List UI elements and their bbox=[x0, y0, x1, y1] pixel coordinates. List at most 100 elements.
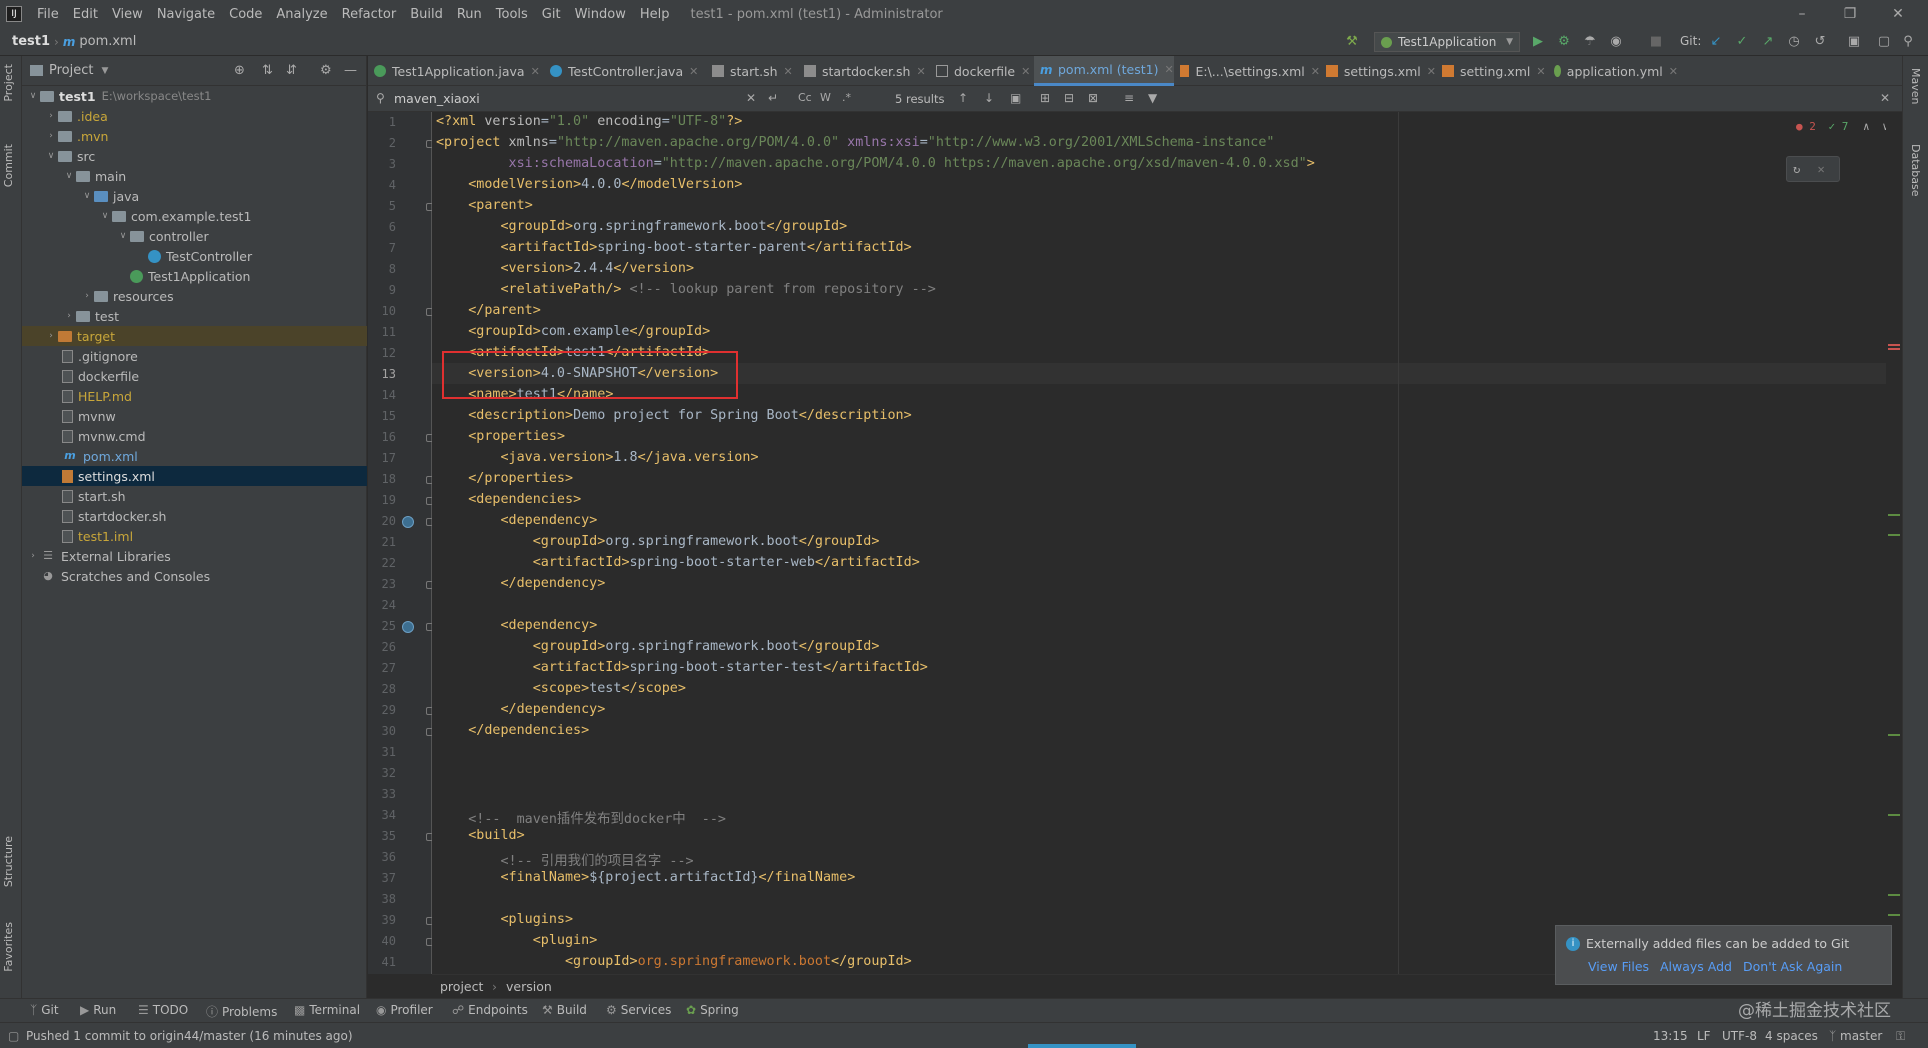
code-line[interactable]: </dependency> bbox=[436, 576, 606, 591]
tree-item-package[interactable]: ∨ com.example.test1 bbox=[22, 206, 367, 226]
breadcrumb-version[interactable]: version bbox=[506, 979, 552, 994]
chevron-down-icon[interactable]: ∨ bbox=[116, 231, 130, 241]
code-line[interactable]: <groupId>org.springframework.boot</group… bbox=[436, 219, 848, 234]
tree-item-testcontroller[interactable]: TestController bbox=[22, 246, 367, 266]
code-line[interactable]: <artifactId>spring-boot-starter-web</art… bbox=[436, 555, 920, 570]
chevron-right-icon[interactable]: › bbox=[44, 131, 58, 141]
hide-icon[interactable]: — bbox=[344, 63, 357, 78]
close-icon[interactable]: ✕ bbox=[784, 65, 793, 78]
status-message[interactable]: Pushed 1 commit to origin44/master (16 m… bbox=[26, 1029, 353, 1043]
tab-startdocker-sh[interactable]: startdocker.sh ✕ bbox=[798, 56, 930, 86]
chevron-right-icon[interactable]: › bbox=[62, 311, 76, 321]
close-icon[interactable]: ✕ bbox=[1817, 162, 1824, 176]
words-icon[interactable]: W bbox=[820, 91, 831, 104]
tab-application-yml[interactable]: application.yml ✕ bbox=[1548, 56, 1678, 86]
close-icon[interactable]: ✕ bbox=[1427, 65, 1436, 78]
chevron-down-icon[interactable]: ∨ bbox=[98, 211, 112, 221]
tree-item-test1[interactable]: ∨ test1 E:\workspace\test1 bbox=[22, 86, 367, 106]
tree-item-test[interactable]: › test bbox=[22, 306, 367, 326]
tab-dockerfile[interactable]: dockerfile ✕ bbox=[930, 56, 1034, 86]
chevron-down-icon[interactable]: ∨ bbox=[80, 191, 94, 201]
code-line[interactable]: <plugin> bbox=[436, 933, 598, 948]
menu-window[interactable]: Window bbox=[568, 7, 633, 22]
git-branch[interactable]: ᛉ master bbox=[1829, 1029, 1882, 1043]
tool-services[interactable]: ⚙ Services bbox=[606, 1003, 671, 1017]
nav-file[interactable]: pom.xml bbox=[79, 34, 136, 49]
tree-item-pom-xml[interactable]: m pom.xml bbox=[22, 446, 367, 466]
chevron-right-icon[interactable]: › bbox=[44, 111, 58, 121]
maven-reload-icon[interactable]: ↻ bbox=[1793, 162, 1800, 176]
code-line[interactable]: <finalName>${project.artifactId}</finalN… bbox=[436, 870, 856, 885]
tree-item-mvn[interactable]: › .mvn bbox=[22, 126, 367, 146]
tree-item-controller[interactable]: ∨ controller bbox=[22, 226, 367, 246]
caret-position[interactable]: 13:15 bbox=[1653, 1029, 1688, 1043]
debug-icon[interactable]: ⚙ bbox=[1556, 34, 1572, 50]
close-icon[interactable]: ✕ bbox=[531, 65, 540, 78]
code-line[interactable]: <description>Demo project for Spring Boo… bbox=[436, 408, 911, 423]
error-stripe-mark[interactable] bbox=[1888, 344, 1900, 346]
tree-item-settings-xml[interactable]: settings.xml bbox=[22, 466, 367, 486]
tab-setting-xml[interactable]: setting.xml ✕ bbox=[1436, 56, 1548, 86]
menu-refactor[interactable]: Refactor bbox=[335, 7, 404, 22]
tree-item-mvnw-cmd[interactable]: mvnw.cmd bbox=[22, 426, 367, 446]
change-stripe-mark[interactable] bbox=[1888, 814, 1900, 816]
close-icon[interactable]: ✕ bbox=[916, 65, 925, 78]
tool-build[interactable]: ⚒ Build bbox=[542, 1003, 587, 1017]
tab-settings-xml[interactable]: settings.xml ✕ bbox=[1320, 56, 1436, 86]
change-stripe-mark[interactable] bbox=[1888, 534, 1900, 536]
code-line[interactable]: <parent> bbox=[436, 198, 533, 213]
code-line[interactable]: <groupId>org.springframework.boot</group… bbox=[436, 954, 912, 969]
code-line[interactable]: <groupId>com.example</groupId> bbox=[436, 324, 710, 339]
maven-tool-button[interactable]: Maven bbox=[1909, 68, 1922, 104]
rollback-icon[interactable]: ↺ bbox=[1812, 34, 1828, 50]
close-icon[interactable]: ✕ bbox=[1311, 65, 1320, 78]
code-line[interactable]: <version>2.4.4</version> bbox=[436, 261, 695, 276]
git-update-icon[interactable]: ↙ bbox=[1708, 34, 1724, 50]
close-icon[interactable]: ✕ bbox=[1536, 65, 1545, 78]
chevron-right-icon[interactable]: › bbox=[80, 291, 94, 301]
code-line[interactable]: </dependencies> bbox=[436, 723, 589, 738]
change-stripe-mark[interactable] bbox=[1888, 914, 1900, 916]
code-line[interactable]: <dependencies> bbox=[436, 492, 581, 507]
run-icon[interactable]: ▶ bbox=[1530, 34, 1546, 50]
coverage-icon[interactable]: ☂ bbox=[1582, 34, 1598, 50]
tool-problems[interactable]: ⓘ Problems bbox=[206, 1003, 277, 1020]
tool-profiler[interactable]: ◉ Profiler bbox=[376, 1003, 433, 1017]
select-all-occurrences-icon[interactable]: ▣ bbox=[1010, 91, 1021, 105]
restore-icon[interactable]: ❐ bbox=[1830, 0, 1870, 28]
code-line[interactable]: <!-- maven插件发布到docker中 --> bbox=[436, 807, 726, 827]
tool-terminal[interactable]: ▩ Terminal bbox=[294, 1003, 360, 1017]
search-input[interactable]: maven_xiaoxi bbox=[394, 91, 480, 106]
git-push-icon[interactable]: ↗ bbox=[1760, 34, 1776, 50]
code-line[interactable]: <dependency> bbox=[436, 618, 598, 633]
code-line[interactable]: <!-- 引用我们的项目名字 --> bbox=[436, 849, 693, 869]
dependency-gutter-icon[interactable] bbox=[402, 516, 414, 528]
code-line[interactable]: <properties> bbox=[436, 429, 565, 444]
commit-tool-button[interactable]: Commit bbox=[2, 144, 15, 187]
tab-pom-xml[interactable]: m pom.xml (test1) ✕ bbox=[1034, 56, 1174, 86]
tree-item-mvnw[interactable]: mvnw bbox=[22, 406, 367, 426]
always-add-link[interactable]: Always Add bbox=[1660, 959, 1732, 974]
git-commit-icon[interactable]: ✓ bbox=[1734, 34, 1750, 50]
run-configuration-select[interactable]: Test1Application ▼ bbox=[1374, 32, 1520, 52]
status-toggle-icon[interactable]: ▢ bbox=[8, 1029, 19, 1043]
tab-testcontroller[interactable]: TestController.java ✕ bbox=[544, 56, 706, 86]
chevron-right-icon[interactable]: › bbox=[44, 331, 58, 341]
tree-item-start-sh[interactable]: start.sh bbox=[22, 486, 367, 506]
code-line[interactable]: xsi:schemaLocation="http://maven.apache.… bbox=[436, 156, 1315, 171]
new-line-icon[interactable]: ↵ bbox=[768, 91, 778, 105]
clear-search-icon[interactable]: ✕ bbox=[746, 91, 756, 105]
close-icon[interactable]: ✕ bbox=[689, 65, 698, 78]
error-stripe-mark[interactable] bbox=[1888, 348, 1900, 350]
collapse-all-icon[interactable]: ⇵ bbox=[286, 63, 297, 78]
chevron-down-icon[interactable]: ∨ bbox=[26, 91, 40, 101]
tab-e-settings-xml[interactable]: E:\...\settings.xml ✕ bbox=[1174, 56, 1320, 86]
maven-reload-popup[interactable]: ↻ ✕ bbox=[1786, 156, 1840, 182]
inspection-widget[interactable]: ● 2 ✓ 7 ∧ ∨ bbox=[1796, 120, 1889, 133]
match-case-icon[interactable]: Cc bbox=[798, 91, 812, 104]
profiler-icon[interactable]: ◉ bbox=[1608, 34, 1624, 50]
code-line[interactable]: <modelVersion>4.0.0</modelVersion> bbox=[436, 177, 742, 192]
menu-file[interactable]: File bbox=[30, 7, 66, 22]
breadcrumb-project[interactable]: project bbox=[440, 979, 483, 994]
nav-project[interactable]: test1 bbox=[12, 34, 50, 49]
